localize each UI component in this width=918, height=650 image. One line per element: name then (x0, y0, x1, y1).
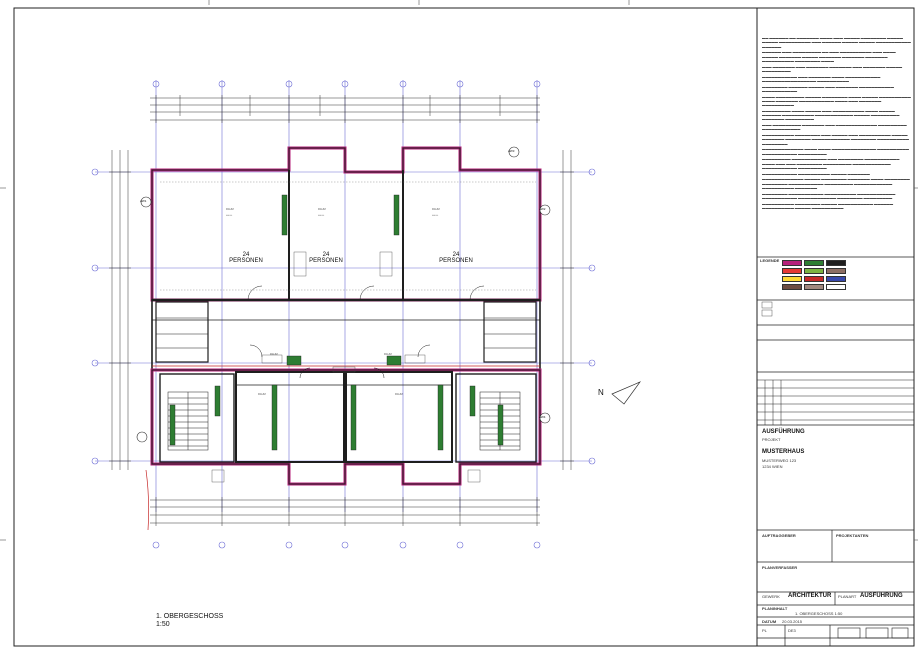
room-label-2: 24 PERSONEN (306, 252, 346, 264)
svg-text:RAUM: RAUM (270, 352, 278, 356)
date-label: DATUM (762, 619, 777, 624)
room-label-3: 24 PERSONEN (436, 252, 476, 264)
svg-text:▪▪▪▪ ▪▪: ▪▪▪▪ ▪▪ (432, 214, 438, 217)
plan-type-value: AUSFÜHRUNG (860, 593, 903, 599)
room-label-1: 24 PERSONEN (226, 252, 266, 264)
drawing-scale: 1:50 (156, 621, 170, 628)
general-notes: ▬▬ ▬▬▬▬▬▬ ▬▬ ▬▬▬▬▬▬▬ ▬▬▬▬ ▬▬▬ ▬▬▬▬▬ ▬▬▬▬… (762, 36, 911, 210)
plan-status: AUSFÜHRUNG (762, 429, 805, 435)
north-arrow-icon (611, 381, 642, 405)
section-tag-aw2: AW2 (539, 207, 546, 211)
room-occupancy-unit: PERSONEN (229, 258, 263, 264)
client-label: AUFTRAGGEBER (762, 533, 796, 538)
plan-type-label: PLANART (838, 594, 857, 599)
section-tag-aw4: AW4 (539, 415, 546, 419)
svg-text:RAUM: RAUM (318, 207, 326, 211)
discipline-value: ARCHITEKTUR (788, 593, 832, 599)
project-name: MUSTERHAUS (762, 449, 805, 455)
index-label: PL (762, 628, 767, 633)
core-elements (169, 194, 504, 451)
svg-text:▪▪▪▪ ▪▪: ▪▪▪▪ ▪▪ (226, 214, 232, 217)
plan-content-label: PLANINHALT (762, 606, 788, 611)
svg-text:RAUM: RAUM (384, 352, 392, 356)
building-walls (150, 146, 542, 486)
room-occupancy-unit: PERSONEN (309, 258, 343, 264)
north-label: N (598, 388, 604, 397)
index-value: DE3 (788, 628, 796, 633)
dimension-lines (111, 97, 572, 524)
svg-text:RAUM: RAUM (395, 392, 403, 396)
plan-content-value: 1. OBERGESCHOSS 1:50 (795, 611, 843, 616)
project-label: PROJEKT (762, 437, 781, 442)
legend-panel: LEGENDE (760, 258, 910, 298)
designer-label: PROJEKTANTEN (836, 533, 869, 538)
address-line-1: MUSTERWEG 123 (762, 458, 797, 463)
section-tag-aw1: AW1 (140, 199, 147, 203)
section-tag (136, 431, 148, 443)
section-tag-aw3: AW3 (508, 149, 515, 153)
discipline-label: GEWERK (762, 594, 780, 599)
planner-label: PLANVERFASSER (762, 565, 798, 570)
svg-text:RAUM: RAUM (432, 207, 440, 211)
svg-text:RAUM: RAUM (226, 207, 234, 211)
date-value: 20.03.2015 (782, 619, 803, 624)
svg-text:RAUM: RAUM (258, 392, 266, 396)
address-line-2: 1234 WIEN (762, 464, 783, 469)
room-occupancy-unit: PERSONEN (439, 258, 473, 264)
drawing-title: 1. OBERGESCHOSS (156, 613, 224, 620)
svg-text:▪▪▪▪ ▪▪: ▪▪▪▪ ▪▪ (318, 214, 324, 217)
